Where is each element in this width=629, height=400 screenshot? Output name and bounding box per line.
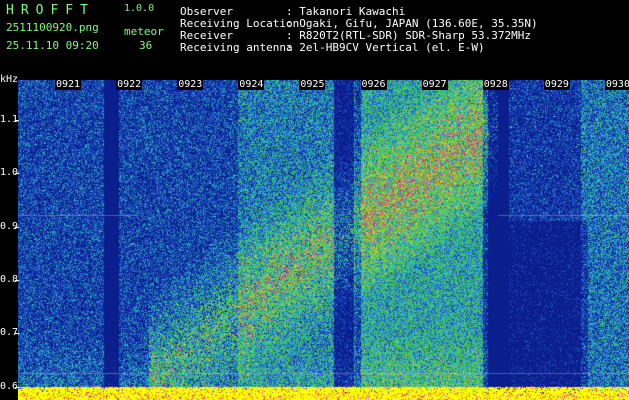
y-axis: 1.1 1.0 0.9 0.8 0.7 0.6 [0, 80, 19, 400]
x-tick-label: 0930 [604, 79, 629, 90]
x-tick-label: 0928 [482, 79, 509, 90]
y-tick-mark [15, 333, 19, 335]
x-tick-label: 0924 [238, 79, 265, 90]
meteor-label: meteor [124, 25, 164, 38]
meteor-count: 36 [139, 39, 153, 52]
x-tick-label: 0923 [177, 79, 204, 90]
antenna-label: Receiving antenna [180, 41, 293, 54]
app-version: 1.0.0 [124, 3, 155, 14]
y-tick-mark [15, 120, 19, 121]
spectrogram-heatmap [18, 80, 629, 400]
y-tick-mark [15, 173, 19, 175]
date-time: 25.11.10 09:20 [6, 39, 99, 52]
antenna-value: : 2el-HB9CV Vertical (el. E-W) [286, 41, 485, 54]
x-tick-label: 0927 [421, 79, 448, 90]
app-title: HROFFT [6, 3, 95, 18]
x-tick-label: 0922 [116, 79, 143, 90]
y-tick-mark [15, 226, 19, 228]
file-name: 2511100920.png [6, 21, 99, 34]
x-tick-label: 0921 [55, 79, 82, 90]
y-tick-mark [15, 280, 19, 281]
x-tick-label: 0929 [543, 79, 570, 90]
y-tick-mark [15, 386, 19, 388]
x-tick-label: 0926 [360, 79, 387, 90]
x-tick-label: 0925 [299, 79, 326, 90]
